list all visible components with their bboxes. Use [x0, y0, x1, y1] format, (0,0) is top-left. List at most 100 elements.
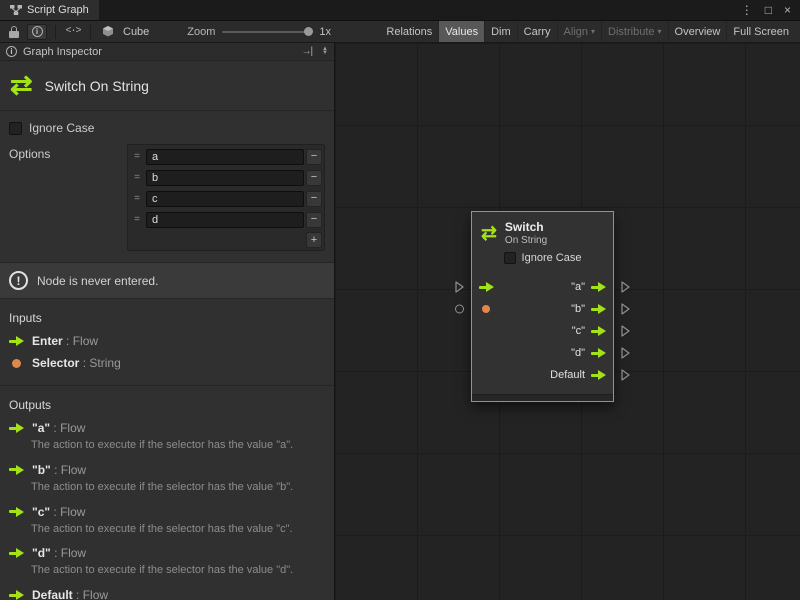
fullscreen-button[interactable]: Full Screen	[726, 21, 795, 42]
graph-canvas[interactable]: ⇄ Switch On String Ignore Case "a"	[335, 43, 800, 600]
node-port-row: "a"	[472, 276, 613, 298]
info-icon: i	[32, 26, 43, 37]
ignore-case-label: Ignore Case	[522, 252, 582, 264]
flow-out-arrow-icon[interactable]	[591, 370, 606, 380]
flow-arrow-icon	[9, 423, 24, 433]
drag-handle-icon[interactable]: =	[130, 151, 144, 162]
node-footer	[472, 394, 613, 401]
node-output-label: Default	[550, 369, 585, 381]
add-option-button[interactable]: +	[306, 232, 322, 248]
zoom-slider[interactable]	[222, 31, 308, 33]
flow-out-arrow-icon[interactable]	[591, 304, 606, 314]
node-header[interactable]: ⇄ Switch On String	[472, 212, 613, 251]
node-ports: "a" "b"	[472, 272, 613, 394]
scroll-spinner[interactable]: ▲ ▼	[322, 48, 328, 55]
zoom-label: Zoom	[187, 26, 215, 38]
window-menu-icon[interactable]: ⋮	[741, 4, 753, 16]
value-port-icon	[12, 359, 21, 368]
options-list: = − = − = − = −	[127, 144, 325, 251]
inspector-title: Graph Inspector	[23, 46, 102, 58]
chevron-down-icon: ▾	[658, 28, 662, 36]
node-title: Switch	[505, 221, 547, 235]
tab-label: Script Graph	[27, 4, 89, 16]
output-port-row: "c" : Flow	[0, 501, 334, 523]
ignore-case-checkbox[interactable]	[9, 122, 22, 135]
selector-input-port[interactable]	[455, 305, 464, 314]
flow-output-port[interactable]	[621, 281, 630, 293]
option-input[interactable]	[146, 191, 304, 207]
align-dropdown[interactable]: Align▾	[557, 21, 601, 42]
option-input[interactable]	[146, 212, 304, 228]
flow-arrow-icon	[9, 590, 24, 600]
option-row: = −	[129, 188, 323, 209]
remove-option-button[interactable]: −	[306, 170, 322, 186]
dock-icon[interactable]: →|	[301, 46, 312, 57]
options-row: Options = − = − = − =	[0, 137, 334, 251]
flow-in-arrow-icon[interactable]	[479, 282, 494, 292]
remove-option-button[interactable]: −	[306, 149, 322, 165]
output-port-row: Default : Flow	[0, 584, 334, 600]
node-port-row: "d"	[472, 342, 613, 364]
flow-out-arrow-icon[interactable]	[591, 348, 606, 358]
input-port-row: Enter : Flow	[0, 330, 334, 352]
node-output-label: "a"	[571, 281, 585, 293]
output-port-row: "d" : Flow	[0, 542, 334, 564]
output-port-row: "a" : Flow	[0, 417, 334, 439]
graph-icon	[10, 4, 22, 16]
info-icon: i	[6, 46, 17, 57]
output-port-row: "b" : Flow	[0, 459, 334, 481]
remove-option-button[interactable]: −	[306, 212, 322, 228]
output-port-desc: The action to execute if the selector ha…	[0, 439, 334, 459]
option-input[interactable]	[146, 170, 304, 186]
flow-output-port[interactable]	[621, 369, 630, 381]
graph-toolbar: i <·> Cube Zoom 1x Relations Values Dim …	[0, 21, 800, 43]
overview-button[interactable]: Overview	[668, 21, 727, 42]
remove-option-button[interactable]: −	[306, 191, 322, 207]
warning-icon: !	[9, 271, 28, 290]
option-input[interactable]	[146, 149, 304, 165]
carry-button[interactable]: Carry	[517, 21, 557, 42]
unit-title-block: ⇄ Switch On String	[0, 61, 334, 111]
inspector-toggle-button[interactable]: i	[27, 24, 47, 40]
flow-input-port[interactable]	[455, 281, 464, 293]
ignore-case-checkbox[interactable]	[504, 252, 516, 264]
node-ignore-case-row: Ignore Case	[472, 251, 613, 272]
ignore-case-label: Ignore Case	[29, 121, 94, 135]
flow-arrow-icon	[9, 507, 24, 517]
outputs-header: Outputs	[0, 386, 334, 417]
node-port-row: "b"	[472, 298, 613, 320]
warning-box: ! Node is never entered.	[0, 262, 334, 299]
flow-output-port[interactable]	[621, 325, 630, 337]
maximize-icon[interactable]: □	[765, 4, 772, 16]
flow-out-arrow-icon[interactable]	[591, 326, 606, 336]
flow-output-port[interactable]	[621, 347, 630, 359]
zoom-value: 1x	[319, 26, 331, 38]
tab-script-graph[interactable]: Script Graph	[0, 0, 99, 20]
zoom-slider-knob[interactable]	[304, 27, 313, 36]
title-bar: Script Graph ⋮ □ ×	[0, 0, 800, 21]
selector-value-icon[interactable]	[482, 305, 490, 313]
flow-out-arrow-icon[interactable]	[591, 282, 606, 292]
node-port-row: Default	[472, 364, 613, 386]
code-preview-icon[interactable]: <·>	[64, 24, 82, 40]
output-port-desc: The action to execute if the selector ha…	[0, 523, 334, 543]
flow-output-port[interactable]	[621, 303, 630, 315]
graph-target-label[interactable]: Cube	[123, 26, 149, 38]
drag-handle-icon[interactable]: =	[130, 172, 144, 183]
flow-arrow-icon	[9, 336, 24, 346]
option-row: = −	[129, 167, 323, 188]
cube-target-icon[interactable]	[99, 24, 117, 40]
node-output-label: "d"	[571, 347, 585, 359]
relations-button[interactable]: Relations	[380, 21, 438, 42]
scroll-down-icon[interactable]: ▼	[322, 52, 328, 55]
flow-arrow-icon	[9, 465, 24, 475]
values-button[interactable]: Values	[438, 21, 484, 42]
dim-button[interactable]: Dim	[484, 21, 517, 42]
drag-handle-icon[interactable]: =	[130, 214, 144, 225]
distribute-dropdown[interactable]: Distribute▾	[601, 21, 667, 42]
lock-icon[interactable]	[5, 24, 23, 40]
switch-on-string-node[interactable]: ⇄ Switch On String Ignore Case "a"	[471, 211, 614, 402]
close-icon[interactable]: ×	[784, 4, 791, 16]
unit-title: Switch On String	[45, 78, 149, 94]
drag-handle-icon[interactable]: =	[130, 193, 144, 204]
